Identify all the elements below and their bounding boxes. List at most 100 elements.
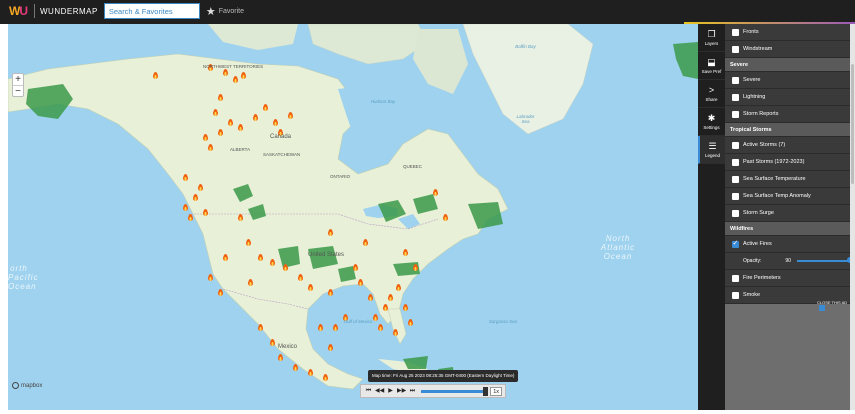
skip-end-button[interactable]: ⏭ (408, 387, 417, 396)
fire-icon[interactable] (258, 254, 263, 261)
fire-icon[interactable] (248, 279, 253, 286)
checkbox[interactable] (732, 209, 739, 217)
fire-icon[interactable] (218, 129, 223, 136)
wu-logo[interactable]: WU WUNDERMAP (6, 0, 98, 23)
fire-icon[interactable] (228, 119, 233, 126)
map-view[interactable]: + − NORTHWEST TERRITORIES Canada ALBERTA… (8, 24, 698, 410)
fire-icon[interactable] (270, 259, 275, 266)
fire-icon[interactable] (318, 324, 323, 331)
checkbox[interactable] (732, 28, 739, 36)
skip-start-button[interactable]: ⏮ (364, 387, 373, 396)
fire-icon[interactable] (358, 279, 363, 286)
fire-icon[interactable] (383, 304, 388, 311)
fire-icon[interactable] (333, 324, 338, 331)
zoom-out-button[interactable]: − (13, 85, 23, 97)
fire-icon[interactable] (213, 109, 218, 116)
checkbox[interactable] (732, 93, 739, 101)
speed-select[interactable]: 1x (490, 386, 502, 396)
opacity-slider[interactable] (796, 257, 850, 263)
timeline-slider[interactable] (421, 386, 489, 396)
checkbox[interactable] (732, 141, 739, 149)
checkbox[interactable] (732, 76, 739, 84)
step-forward-button[interactable]: ▶▶ (397, 387, 406, 396)
layer-storm-surge[interactable]: Storm Surge (725, 205, 850, 222)
fire-icon[interactable] (218, 94, 223, 101)
fire-icon[interactable] (323, 374, 328, 381)
fire-icon[interactable] (368, 294, 373, 301)
checkbox[interactable] (732, 158, 739, 166)
fire-icon[interactable] (403, 304, 408, 311)
fire-icon[interactable] (308, 369, 313, 376)
fire-icon[interactable] (328, 289, 333, 296)
fire-icon[interactable] (223, 254, 228, 261)
layer-fronts[interactable]: Fronts (725, 24, 850, 41)
fire-icon[interactable] (218, 289, 223, 296)
fire-icon[interactable] (253, 114, 258, 121)
fire-icon[interactable] (353, 264, 358, 271)
fire-icon[interactable] (233, 76, 238, 83)
layer-sst-anomaly[interactable]: Sea Surface Temp Anomaly (725, 188, 850, 205)
fire-icon[interactable] (153, 72, 158, 79)
fire-icon[interactable] (378, 324, 383, 331)
fire-icon[interactable] (396, 284, 401, 291)
fire-icon[interactable] (278, 354, 283, 361)
timeline-knob[interactable] (483, 386, 489, 396)
fire-icon[interactable] (203, 209, 208, 216)
fire-icon[interactable] (238, 214, 243, 221)
fire-icon[interactable] (188, 214, 193, 221)
fire-icon[interactable] (198, 184, 203, 191)
fire-icon[interactable] (208, 274, 213, 281)
fire-icon[interactable] (223, 69, 228, 76)
zoom-in-button[interactable]: + (13, 74, 23, 85)
search-input[interactable]: Search & Favorites (103, 3, 200, 19)
fire-icon[interactable] (373, 314, 378, 321)
fire-icon[interactable] (328, 229, 333, 236)
fire-icon[interactable] (328, 344, 333, 351)
layer-past-storms[interactable]: Past Storms (1972-2023) (725, 154, 850, 171)
checkbox[interactable] (732, 291, 739, 299)
fire-icon[interactable] (193, 194, 198, 201)
fire-icon[interactable] (413, 264, 418, 271)
fire-icon[interactable] (270, 339, 275, 346)
checkbox[interactable] (732, 45, 739, 53)
scrollbar-thumb[interactable] (851, 64, 854, 184)
close-ad-button[interactable]: CLOSE THIS AD (817, 300, 850, 311)
fire-icon[interactable] (238, 124, 243, 131)
toolbar-layers[interactable]: ❐ Layers (698, 24, 725, 52)
layer-severe[interactable]: Severe (725, 72, 850, 89)
fire-icon[interactable] (433, 189, 438, 196)
step-back-button[interactable]: ◀◀ (375, 387, 384, 396)
toolbar-save-pref[interactable]: ⬓ Save Pref (698, 52, 725, 80)
checkbox[interactable] (732, 274, 739, 282)
layer-active-fires[interactable]: Active Fires (725, 236, 850, 253)
fire-icon[interactable] (273, 119, 278, 126)
favorite-button[interactable]: ★ Favorite (206, 5, 244, 18)
layer-windstream[interactable]: Windstream (725, 41, 850, 58)
toolbar-legend[interactable]: ☰ Legend (698, 136, 725, 164)
fire-icon[interactable] (443, 214, 448, 221)
play-button[interactable]: ▶ (386, 387, 395, 396)
fire-icon[interactable] (183, 174, 188, 181)
fire-icon[interactable] (288, 112, 293, 119)
fire-icon[interactable] (298, 274, 303, 281)
fire-icon[interactable] (246, 239, 251, 246)
layer-storm-reports[interactable]: Storm Reports (725, 106, 850, 123)
layer-active-storms[interactable]: Active Storms (7) (725, 137, 850, 154)
layer-fire-perimeters[interactable]: Fire Perimeters (725, 270, 850, 287)
checkbox[interactable] (732, 175, 739, 183)
fire-icon[interactable] (208, 144, 213, 151)
fire-icon[interactable] (258, 324, 263, 331)
fire-icon[interactable] (308, 284, 313, 291)
checkbox-checked[interactable] (732, 239, 739, 248)
toolbar-settings[interactable]: ✱ Settings (698, 108, 725, 136)
checkbox[interactable] (732, 110, 739, 118)
fire-icon[interactable] (283, 264, 288, 271)
fire-icon[interactable] (363, 239, 368, 246)
fire-icon[interactable] (183, 204, 188, 211)
fire-icon[interactable] (408, 319, 413, 326)
fire-icon[interactable] (263, 104, 268, 111)
fire-icon[interactable] (293, 364, 298, 371)
fire-icon[interactable] (393, 329, 398, 336)
toolbar-share[interactable]: > Share (698, 80, 725, 108)
fire-icon[interactable] (388, 294, 393, 301)
